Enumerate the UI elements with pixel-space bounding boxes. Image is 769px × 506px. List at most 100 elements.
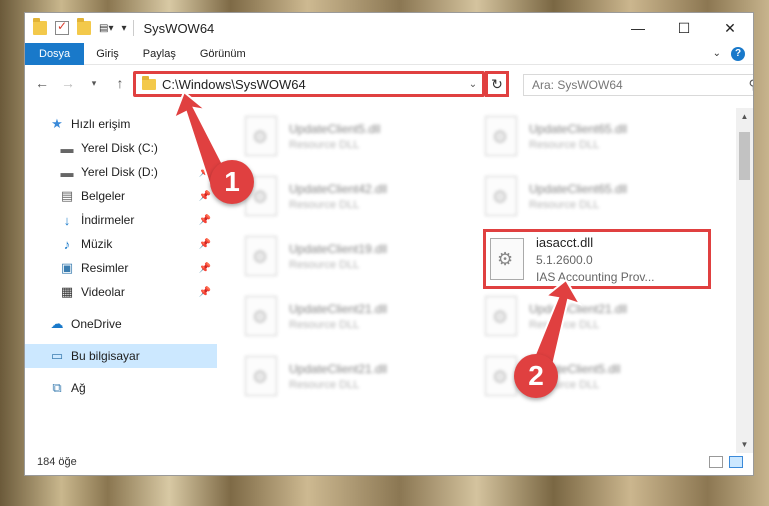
sidebar-item-label: Hızlı erişim bbox=[71, 117, 131, 131]
tab-view[interactable]: Görünüm bbox=[188, 43, 258, 65]
file-description: Resource DLL bbox=[529, 198, 600, 211]
forward-button[interactable]: → bbox=[57, 72, 79, 94]
dll-file-icon bbox=[485, 296, 517, 336]
sidebar-item-label: Bu bilgisayar bbox=[71, 349, 140, 363]
pictures-icon: ▣ bbox=[60, 260, 74, 275]
recent-locations-button[interactable]: ▾ bbox=[83, 72, 105, 94]
dll-file-icon bbox=[490, 238, 524, 280]
network-icon: ⧉ bbox=[52, 380, 62, 395]
sidebar-item-quick-access[interactable]: ★ Hızlı erişim bbox=[25, 112, 217, 136]
sidebar-item-label: İndirmeler bbox=[81, 213, 135, 227]
sidebar-item-network[interactable]: ⧉ Ağ bbox=[25, 376, 217, 400]
dll-file-icon bbox=[245, 116, 277, 156]
file-description: Resource DLL bbox=[289, 318, 360, 331]
sidebar-item-pictures[interactable]: ▣ Resimler 📌 bbox=[25, 256, 217, 280]
sidebar-item-label: Yerel Disk (D:) bbox=[81, 165, 158, 179]
file-description: Resource DLL bbox=[289, 138, 360, 151]
sidebar-item-documents[interactable]: ▤ Belgeler 📌 bbox=[25, 184, 217, 208]
expand-ribbon-icon[interactable]: ⌄ bbox=[713, 48, 721, 59]
close-button[interactable]: ✕ bbox=[707, 13, 753, 43]
tab-share[interactable]: Paylaş bbox=[131, 43, 188, 65]
sidebar-item-downloads[interactable]: ↓ İndirmeler 📌 bbox=[25, 208, 217, 232]
list-item[interactable]: UpdateClient19.dll Resource DLL bbox=[245, 228, 475, 284]
sidebar-item-onedrive[interactable]: ☁ OneDrive bbox=[25, 312, 217, 336]
search-input[interactable]: Ara: SysWOW64 bbox=[532, 78, 623, 92]
window-title: SysWOW64 bbox=[143, 20, 215, 36]
search-icon: ⚲ bbox=[748, 77, 753, 93]
list-item[interactable]: UpdateClient21.dll Resource DLL bbox=[485, 288, 715, 344]
dll-file-icon bbox=[245, 356, 277, 396]
file-name: UpdateClient5.dll bbox=[289, 121, 381, 136]
folder-icon[interactable] bbox=[33, 18, 47, 35]
tab-home[interactable]: Giriş bbox=[84, 43, 131, 65]
details-view-icon[interactable] bbox=[709, 456, 723, 468]
chevron-down-icon[interactable]: ⌄ bbox=[464, 79, 482, 90]
pin-icon: 📌 bbox=[198, 166, 211, 178]
file-name: UpdateClient21.dll bbox=[289, 301, 388, 316]
sidebar-item-videos[interactable]: ▦ Videolar 📌 bbox=[25, 280, 217, 304]
minimize-button[interactable]: — bbox=[615, 13, 661, 43]
file-name: iasacct.dll bbox=[536, 234, 594, 250]
dll-file-icon bbox=[485, 116, 517, 156]
list-item[interactable]: UpdateClient21.dll Resource DLL bbox=[245, 288, 475, 344]
address-bar[interactable]: C:\Windows\SysWOW64 ⌄ bbox=[133, 71, 485, 97]
folder-icon bbox=[142, 75, 156, 90]
step-badge-1: 1 bbox=[210, 160, 254, 204]
vertical-scrollbar[interactable]: ▲ ▼ bbox=[736, 108, 753, 453]
help-icon[interactable]: ? bbox=[731, 46, 745, 61]
sidebar-item-label: Resimler bbox=[81, 261, 129, 275]
drive-icon: ▬ bbox=[60, 164, 74, 180]
pin-icon: 📌 bbox=[198, 238, 211, 250]
quick-access-toolbar: ▤▾ ▾ bbox=[33, 18, 127, 35]
file-description: Resource DLL bbox=[289, 378, 360, 391]
scroll-up-icon[interactable]: ▲ bbox=[736, 108, 753, 125]
file-name: UpdateClient21.dll bbox=[529, 301, 628, 316]
list-item[interactable]: UpdateClient65.dll Resource DLL bbox=[485, 108, 715, 164]
tab-file[interactable]: Dosya bbox=[25, 42, 85, 65]
scroll-thumb[interactable] bbox=[739, 132, 750, 180]
chevron-down-icon[interactable]: ▾ bbox=[121, 23, 126, 34]
customize-toolbar-icon[interactable]: ▤▾ bbox=[99, 23, 113, 34]
maximize-button[interactable]: ☐ bbox=[661, 13, 707, 43]
sidebar-item-label: Videolar bbox=[81, 285, 125, 299]
highlighted-file-iasacct[interactable]: iasacct.dll 5.1.2600.0 IAS Accounting Pr… bbox=[483, 229, 711, 289]
file-description: Resource DLL bbox=[289, 258, 360, 271]
drive-icon: ▬ bbox=[60, 140, 74, 156]
back-button[interactable]: ← bbox=[31, 72, 53, 94]
search-box[interactable]: Ara: SysWOW64 ⚲ bbox=[523, 74, 753, 96]
sidebar-item-this-pc[interactable]: ▭ Bu bilgisayar bbox=[25, 344, 217, 368]
computer-icon: ▭ bbox=[50, 348, 64, 363]
list-item[interactable]: UpdateClient42.dll Resource DLL bbox=[245, 168, 475, 224]
sidebar-item-label: OneDrive bbox=[71, 317, 122, 331]
list-item[interactable]: UpdateClient65.dll Resource DLL bbox=[485, 168, 715, 224]
up-button[interactable]: ↑ bbox=[109, 72, 131, 94]
documents-icon: ▤ bbox=[60, 188, 74, 203]
ribbon-tabs: Dosya Giriş Paylaş Görünüm ⌄ ? bbox=[25, 42, 753, 65]
pin-icon: 📌 bbox=[198, 190, 211, 202]
explorer-window: ▤▾ ▾ SysWOW64 — ☐ ✕ Dosya Giriş Paylaş G… bbox=[24, 12, 754, 476]
title-separator bbox=[132, 20, 134, 36]
sidebar-item-label: Müzik bbox=[81, 237, 113, 251]
video-icon: ▦ bbox=[60, 284, 74, 299]
item-count: 184 öğe bbox=[37, 456, 77, 468]
file-name: UpdateClient65.dll bbox=[529, 121, 628, 136]
dll-file-icon bbox=[245, 236, 277, 276]
tiles-view-icon[interactable] bbox=[729, 456, 743, 468]
file-name: UpdateClient42.dll bbox=[289, 181, 388, 196]
sidebar-item-local-disk-c[interactable]: ▬ Yerel Disk (C:) 📌 bbox=[25, 136, 217, 160]
refresh-button[interactable]: ↻ bbox=[485, 71, 509, 97]
sidebar-item-local-disk-d[interactable]: ▬ Yerel Disk (D:) 📌 bbox=[25, 160, 217, 184]
sidebar-item-label: Belgeler bbox=[81, 189, 126, 203]
list-item[interactable]: UpdateClient5.dll Resource DLL bbox=[245, 108, 475, 164]
download-icon: ↓ bbox=[63, 212, 71, 228]
file-name: UpdateClient19.dll bbox=[289, 241, 388, 256]
file-description: Resource DLL bbox=[529, 318, 600, 331]
properties-icon[interactable] bbox=[55, 19, 69, 35]
new-folder-icon[interactable] bbox=[77, 18, 91, 35]
list-item[interactable]: UpdateClient21.dll Resource DLL bbox=[245, 348, 475, 404]
sidebar-item-label: Ağ bbox=[71, 381, 86, 395]
status-bar: 184 öğe bbox=[25, 449, 753, 475]
star-icon: ★ bbox=[51, 116, 63, 131]
sidebar-item-music[interactable]: ♪ Müzik 📌 bbox=[25, 232, 217, 256]
address-path[interactable]: C:\Windows\SysWOW64 bbox=[162, 77, 464, 92]
